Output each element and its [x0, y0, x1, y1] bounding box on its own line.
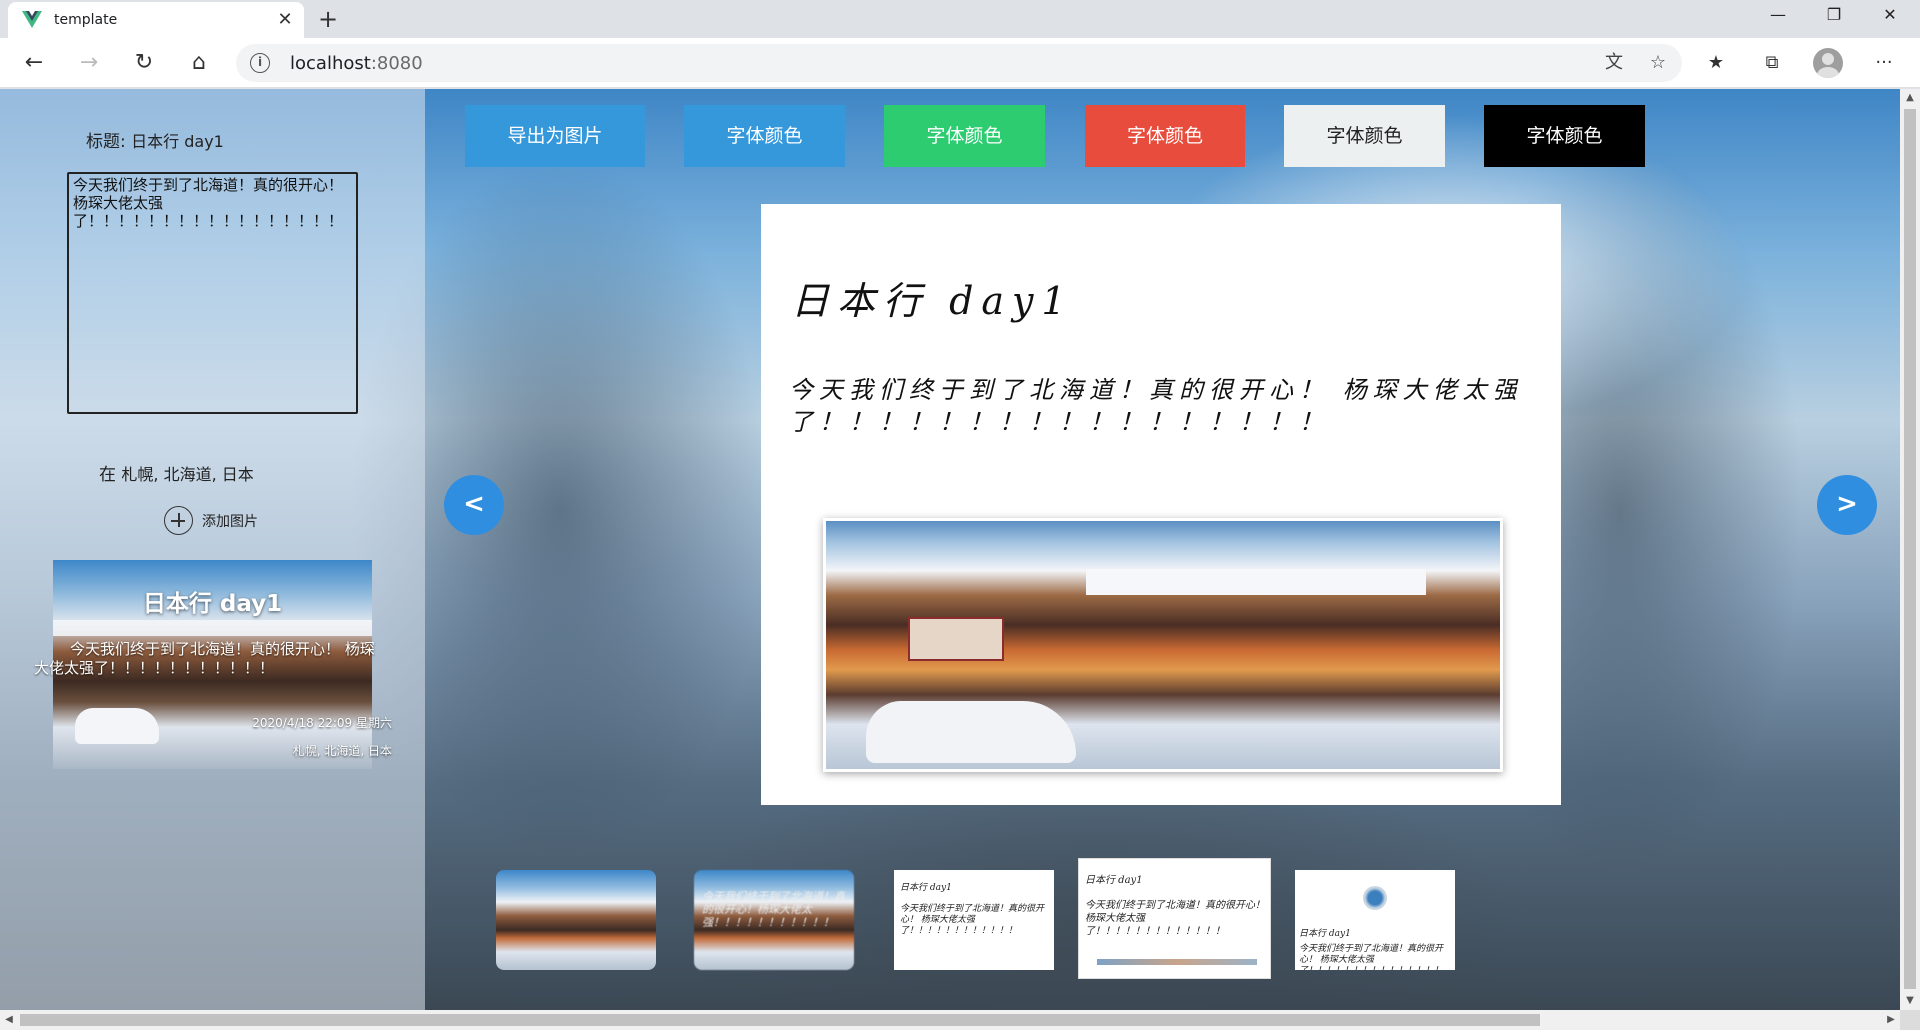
page-viewport: 标题: 日本行 day1 今天我们终于到了北海道！真的很开心！ 杨琛大佬太强了！… — [0, 89, 1900, 1010]
thumbnail-3-body: 今天我们终于到了北海道！真的很开心！ 杨琛大佬太强了！！！！！！！！！！！！ — [900, 904, 1045, 936]
card-photo-sign — [908, 617, 1004, 661]
thumbnail-4-photo-strip — [1097, 959, 1257, 965]
close-window-button[interactable]: ✕ — [1862, 0, 1918, 32]
browser-toolbar: ← → ↻ ⌂ i localhost:8080 文 ☆ ★ ⧉ ··· — [0, 38, 1920, 88]
font-color-blue-button[interactable]: 字体颜色 — [684, 105, 845, 167]
horizontal-scrollbar[interactable]: ◀ ▶ — [0, 1010, 1900, 1030]
add-image-label: 添加图片 — [202, 514, 258, 530]
thumbnail-2-text: 今天我们终于到了北海道！真的很开心！杨琛大佬太强！！！！！！！！！！！ — [702, 890, 845, 929]
title-label: 标题: — [86, 132, 126, 152]
plus-circle-icon — [164, 506, 193, 535]
card-photo-roof — [1086, 569, 1426, 595]
font-color-black-button[interactable]: 字体颜色 — [1484, 105, 1645, 167]
font-color-red-button[interactable]: 字体颜色 — [1085, 105, 1245, 167]
thumbnail-5-avatar — [1363, 886, 1387, 910]
scrollbar-corner — [1900, 1010, 1920, 1030]
font-color-green-button[interactable]: 字体颜色 — [884, 105, 1045, 167]
tab-title: template — [54, 12, 118, 28]
preview-location: 札幌, 北海道, 日本 — [292, 744, 392, 758]
thumbnail-4-body: 今天我们终于到了北海道！真的很开心！ 杨琛大佬太强了！！！！！！！！！！！！！ — [1085, 900, 1265, 937]
thumbnail-5-body: 今天我们终于到了北海道！真的很开心！ 杨琛大佬太强了！！！！！！！！！！！！！！… — [1299, 944, 1444, 970]
template-thumbnail-4[interactable]: 日本行 day1 今天我们终于到了北海道！真的很开心！ 杨琛大佬太强了！！！！！… — [1078, 858, 1271, 979]
vertical-scrollbar[interactable]: ▲ ▼ — [1900, 89, 1920, 1010]
tab-close-icon[interactable]: ✕ — [274, 9, 296, 31]
preview-title: 日本行 day1 — [142, 591, 283, 617]
favorites-icon[interactable]: ★ — [1700, 47, 1732, 79]
card-photo-car — [866, 701, 1076, 763]
horizontal-scroll-thumb[interactable] — [20, 1014, 1540, 1026]
browser-tab-bar: template ✕ + — ❐ ✕ — [0, 0, 1920, 38]
preview-photo-car — [75, 708, 159, 744]
back-icon[interactable]: ← — [18, 47, 50, 79]
url-text: localhost:8080 — [290, 53, 423, 74]
site-info-icon[interactable]: i — [250, 53, 270, 73]
scroll-up-icon[interactable]: ▲ — [1900, 89, 1920, 107]
thumbnail-3-title: 日本行 day1 — [900, 883, 952, 893]
minimize-button[interactable]: — — [1750, 0, 1806, 32]
forward-icon[interactable]: → — [73, 47, 105, 79]
location-value[interactable]: 札幌, 北海道, 日本 — [121, 465, 253, 484]
browser-tab[interactable]: template ✕ — [8, 2, 304, 38]
location-field[interactable]: 在 札幌, 北海道, 日本 — [99, 460, 254, 485]
url-host: localhost — [290, 53, 371, 74]
preview-body: 今天我们终于到了北海道！真的很开心！ 杨琛大佬太强了！！！！！！！！！！！ — [34, 640, 375, 677]
profile-avatar[interactable] — [1813, 48, 1843, 78]
prev-button[interactable]: < — [444, 475, 504, 535]
journal-card: 日本行 day1 今天我们终于到了北海道！真的很开心！ 杨琛大佬太强了！！！！！… — [761, 204, 1561, 805]
translate-icon[interactable]: 文 — [1600, 50, 1628, 76]
url-port: :8080 — [370, 53, 423, 74]
more-menu-icon[interactable]: ··· — [1868, 47, 1900, 79]
location-label: 在 — [99, 465, 116, 485]
template-thumbnail-5[interactable]: 日本行 day1 今天我们终于到了北海道！真的很开心！ 杨琛大佬太强了！！！！！… — [1295, 870, 1455, 970]
next-button[interactable]: > — [1817, 475, 1877, 535]
maximize-button[interactable]: ❐ — [1806, 0, 1862, 32]
preview-datetime: 2020/4/18 22:09 星期六 — [252, 716, 392, 730]
card-title: 日本行 day1 — [791, 279, 1074, 323]
favorite-star-icon[interactable]: ☆ — [1644, 50, 1672, 76]
title-input[interactable]: 日本行 day1 — [131, 132, 224, 151]
card-photo — [823, 518, 1503, 772]
thumbnail-5-title: 日本行 day1 — [1299, 929, 1351, 939]
collections-icon[interactable]: ⧉ — [1756, 47, 1788, 79]
title-field[interactable]: 标题: 日本行 day1 — [86, 127, 224, 152]
scroll-down-icon[interactable]: ▼ — [1900, 992, 1920, 1010]
vertical-scroll-thumb[interactable] — [1904, 109, 1916, 989]
template-thumbnail-2[interactable]: 今天我们终于到了北海道！真的很开心！杨琛大佬太强！！！！！！！！！！！ — [694, 870, 854, 970]
reload-icon[interactable]: ↻ — [128, 47, 160, 79]
scroll-left-icon[interactable]: ◀ — [0, 1010, 18, 1030]
content-textarea[interactable]: 今天我们终于到了北海道！真的很开心！ 杨琛大佬太强了！！！！！！！！！！！！！！… — [67, 172, 358, 414]
template-thumbnail-1[interactable] — [496, 870, 656, 970]
font-color-white-button[interactable]: 字体颜色 — [1284, 105, 1445, 167]
editor-sidebar: 标题: 日本行 day1 今天我们终于到了北海道！真的很开心！ 杨琛大佬太强了！… — [0, 89, 425, 1010]
thumbnail-4-title: 日本行 day1 — [1085, 875, 1143, 886]
vue-logo-icon — [22, 11, 42, 28]
preview-photo-roof — [53, 620, 372, 636]
new-tab-button[interactable]: + — [314, 6, 342, 34]
export-image-button[interactable]: 导出为图片 — [465, 105, 645, 167]
scroll-right-icon[interactable]: ▶ — [1882, 1010, 1900, 1030]
card-body: 今天我们终于到了北海道！真的很开心！ 杨琛大佬太强了！！！！！！！！！！！！！！… — [789, 376, 1523, 436]
template-thumbnail-3[interactable]: 日本行 day1 今天我们终于到了北海道！真的很开心！ 杨琛大佬太强了！！！！！… — [894, 870, 1054, 970]
address-bar[interactable]: i localhost:8080 文 ☆ — [236, 44, 1682, 82]
home-icon[interactable]: ⌂ — [183, 47, 215, 79]
